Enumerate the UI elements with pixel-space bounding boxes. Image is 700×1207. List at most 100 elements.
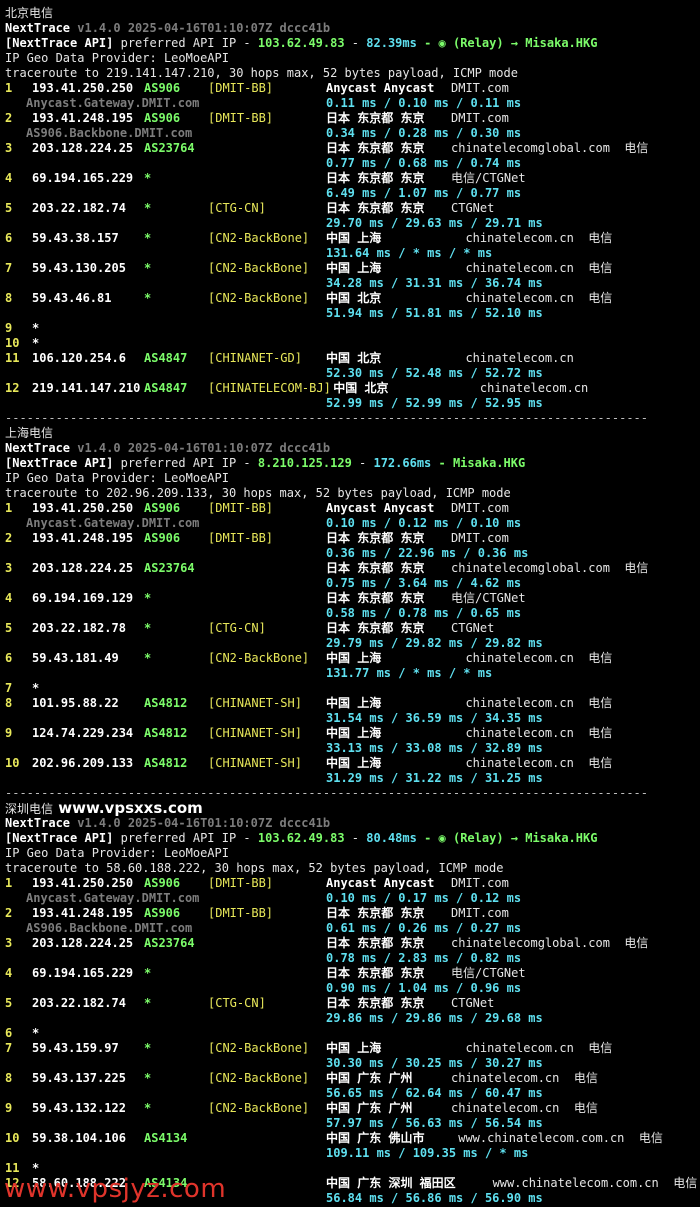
hop-asn: * — [144, 201, 152, 215]
hop-number: 1 — [5, 81, 13, 95]
table-row: 9 * — [5, 321, 695, 336]
table-row: 5 203.22.182.74 * [CTG-CN] 日本 东京都 东京 CTGNet — [5, 201, 695, 216]
table-row: 2 193.41.248.195 AS906 [DMIT-BB] 日本 东京都 东京 DM… — [5, 906, 695, 921]
hop-domain: chinatelecom.cn 电信 — [451, 1101, 598, 1115]
hop-domain: chinatelecom.cn 电信 — [451, 231, 613, 245]
separator: ----------------------------------------… — [5, 411, 648, 425]
api-text: preferred API IP - — [113, 456, 258, 470]
hop-hostname: Anycast.Gateway.DMIT.com — [26, 891, 200, 905]
table-row: 7 * — [5, 681, 695, 696]
hop-number: 7 — [5, 261, 13, 275]
hop-asn: AS4847 — [144, 381, 188, 395]
hop-domain: DMIT.com — [451, 111, 509, 125]
hop-number: 2 — [5, 906, 13, 920]
section-title-text: 北京电信 — [5, 6, 54, 20]
hop-rtt: 29.86 ms / 29.86 ms / 29.68 ms — [326, 1011, 543, 1025]
hop-domain: chinatelecom.cn 电信 — [451, 726, 613, 740]
hop-ip: 69.194.165.229 — [32, 966, 134, 980]
table-row: 4 69.194.165.229 * 日本 东京都 东京 电信/CTGNet — [5, 966, 695, 981]
table-row: 6 59.43.181.49 * [CN2-BackBone] 中国 上海 chinat… — [5, 651, 695, 666]
hop-asn: AS4847 — [144, 351, 188, 365]
hop-ip: 219.141.147.210 — [32, 381, 141, 395]
hop-geo: 中国 北京 — [326, 381, 389, 395]
hop-rtt: 0.75 ms / 3.64 ms / 4.62 ms — [326, 576, 522, 590]
hop-geo: 中国 广东 广州 — [326, 1071, 413, 1085]
watermark: www.vpsjyz.com — [4, 1174, 227, 1204]
api-line: [NextTrace API] preferred API IP - 103.6… — [5, 36, 597, 51]
geo-provider-line: IP Geo Data Provider: LeoMoeAPI — [5, 471, 229, 485]
hop-geo: 日本 东京都 东京 — [326, 966, 425, 980]
table-row: 1 193.41.250.250 AS906 [DMIT-BB] Anycast Any… — [5, 501, 695, 516]
hop-ip: 59.38.104.106 — [32, 1131, 126, 1145]
table-row: 6 * — [5, 1026, 695, 1041]
hop-geo: 日本 东京都 东京 — [326, 906, 425, 920]
hop-number: 6 — [5, 651, 13, 665]
hop-ip: * — [32, 321, 40, 335]
app-name: NextTrace — [5, 441, 71, 455]
api-prefix: [NextTrace API] — [5, 831, 114, 845]
hop-domain: DMIT.com — [451, 81, 509, 95]
hop-geo: 日本 东京都 东京 — [326, 561, 425, 575]
app-version: v1.4.0 2025-04-16T01:10:07Z dccc41b — [70, 816, 331, 830]
hop-rtt: 34.28 ms / 31.31 ms / 36.74 ms — [326, 276, 543, 290]
hop-rtt: 0.10 ms / 0.17 ms / 0.12 ms — [326, 891, 522, 905]
table-row: 8 59.43.46.81 * [CN2-BackBone] 中国 北京 chinate… — [5, 291, 695, 306]
hop-tag: [DMIT-BB] — [208, 111, 274, 125]
hop-number: 10 — [5, 1131, 20, 1145]
hop-rtt: 0.58 ms / 0.78 ms / 0.65 ms — [326, 606, 522, 620]
hop-rtt: 0.34 ms / 0.28 ms / 0.30 ms — [326, 126, 522, 140]
hop-geo: 中国 上海 — [326, 651, 382, 665]
hop-ip: 193.41.250.250 — [32, 81, 134, 95]
section-title: 深圳电信 www.vpsxxs.com — [5, 801, 203, 817]
hop-ip: * — [32, 681, 40, 695]
app-version: v1.4.0 2025-04-16T01:10:07Z dccc41b — [70, 441, 331, 455]
hop-geo: 日本 东京都 东京 — [326, 621, 425, 635]
hop-asn: * — [144, 621, 152, 635]
hop-ip: 101.95.88.22 — [32, 696, 119, 710]
hop-ip: 203.128.224.25 — [32, 936, 134, 950]
hop-asn: AS906 — [144, 111, 181, 125]
hop-tag: [CN2-BackBone] — [208, 231, 310, 245]
hop-domain: DMIT.com — [451, 501, 509, 515]
hop-rtt: 57.97 ms / 56.63 ms / 56.54 ms — [326, 1116, 543, 1130]
hop-geo: 日本 东京都 东京 — [326, 996, 425, 1010]
api-ip: 103.62.49.83 — [257, 36, 345, 50]
hop-rtt: 29.79 ms / 29.82 ms / 29.82 ms — [326, 636, 543, 650]
hop-rtt: 109.11 ms / 109.35 ms / * ms — [326, 1146, 529, 1160]
app-version: v1.4.0 2025-04-16T01:10:07Z dccc41b — [70, 21, 331, 35]
hop-rtt: 131.77 ms / * ms / * ms — [326, 666, 493, 680]
hop-number: 7 — [5, 1041, 13, 1055]
hop-ip: 59.43.130.205 — [32, 261, 126, 275]
hop-tag: [CN2-BackBone] — [208, 291, 310, 305]
terminal-output: 北京电信 NextTrace v1.4.0 2025-04-16T01:10:07… — [0, 0, 700, 1207]
section-title: 上海电信 — [5, 426, 53, 441]
hop-number: 6 — [5, 231, 13, 245]
hop-number: 5 — [5, 201, 13, 215]
hop-rtt: 0.11 ms / 0.10 ms / 0.11 ms — [326, 96, 522, 110]
api-prefix: [NextTrace API] — [5, 36, 114, 50]
hop-ip: 193.41.248.195 — [32, 906, 134, 920]
table-row: 3 203.128.224.25 AS23764 日本 东京都 东京 chinatele… — [5, 141, 695, 156]
hop-tag: [DMIT-BB] — [208, 501, 274, 515]
hop-number: 12 — [5, 381, 20, 395]
api-ms: 82.39ms — [366, 36, 417, 50]
hop-ip: 193.41.250.250 — [32, 501, 134, 515]
hop-asn: AS906 — [144, 906, 181, 920]
hop-rtt: 56.65 ms / 62.64 ms / 60.47 ms — [326, 1086, 543, 1100]
hop-ip: * — [32, 336, 40, 350]
hop-number: 3 — [5, 141, 13, 155]
hop-tag: [CHINATELECOM-BJ] — [208, 381, 331, 395]
hop-number: 3 — [5, 561, 13, 575]
hop-domain: chinatelecomglobal.com 电信 — [451, 141, 649, 155]
hop-rtt: 52.99 ms / 52.99 ms / 52.95 ms — [326, 396, 543, 410]
hop-tag: [CN2-BackBone] — [208, 1101, 310, 1115]
api-text: preferred API IP - — [113, 831, 258, 845]
hop-ip: 106.120.254.6 — [32, 351, 126, 365]
hop-ip: 59.43.159.97 — [32, 1041, 119, 1055]
hop-domain: chinatelecom.cn 电信 — [451, 651, 613, 665]
hop-geo: 日本 东京都 东京 — [326, 936, 425, 950]
hop-number: 9 — [5, 321, 13, 335]
traceroute-line: traceroute to 58.60.188.222, 30 hops max… — [5, 861, 504, 875]
hop-domain: chinatelecom.cn 电信 — [451, 1041, 613, 1055]
hop-tag: [CN2-BackBone] — [208, 261, 310, 275]
